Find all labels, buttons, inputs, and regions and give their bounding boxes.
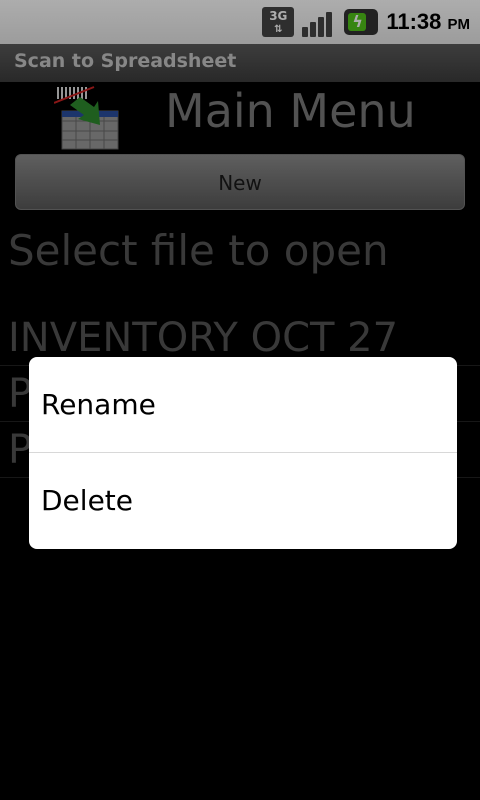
rename-menu-item[interactable]: Rename bbox=[29, 357, 457, 453]
context-menu-dialog: Rename Delete bbox=[29, 357, 457, 549]
delete-menu-item[interactable]: Delete bbox=[29, 453, 457, 549]
